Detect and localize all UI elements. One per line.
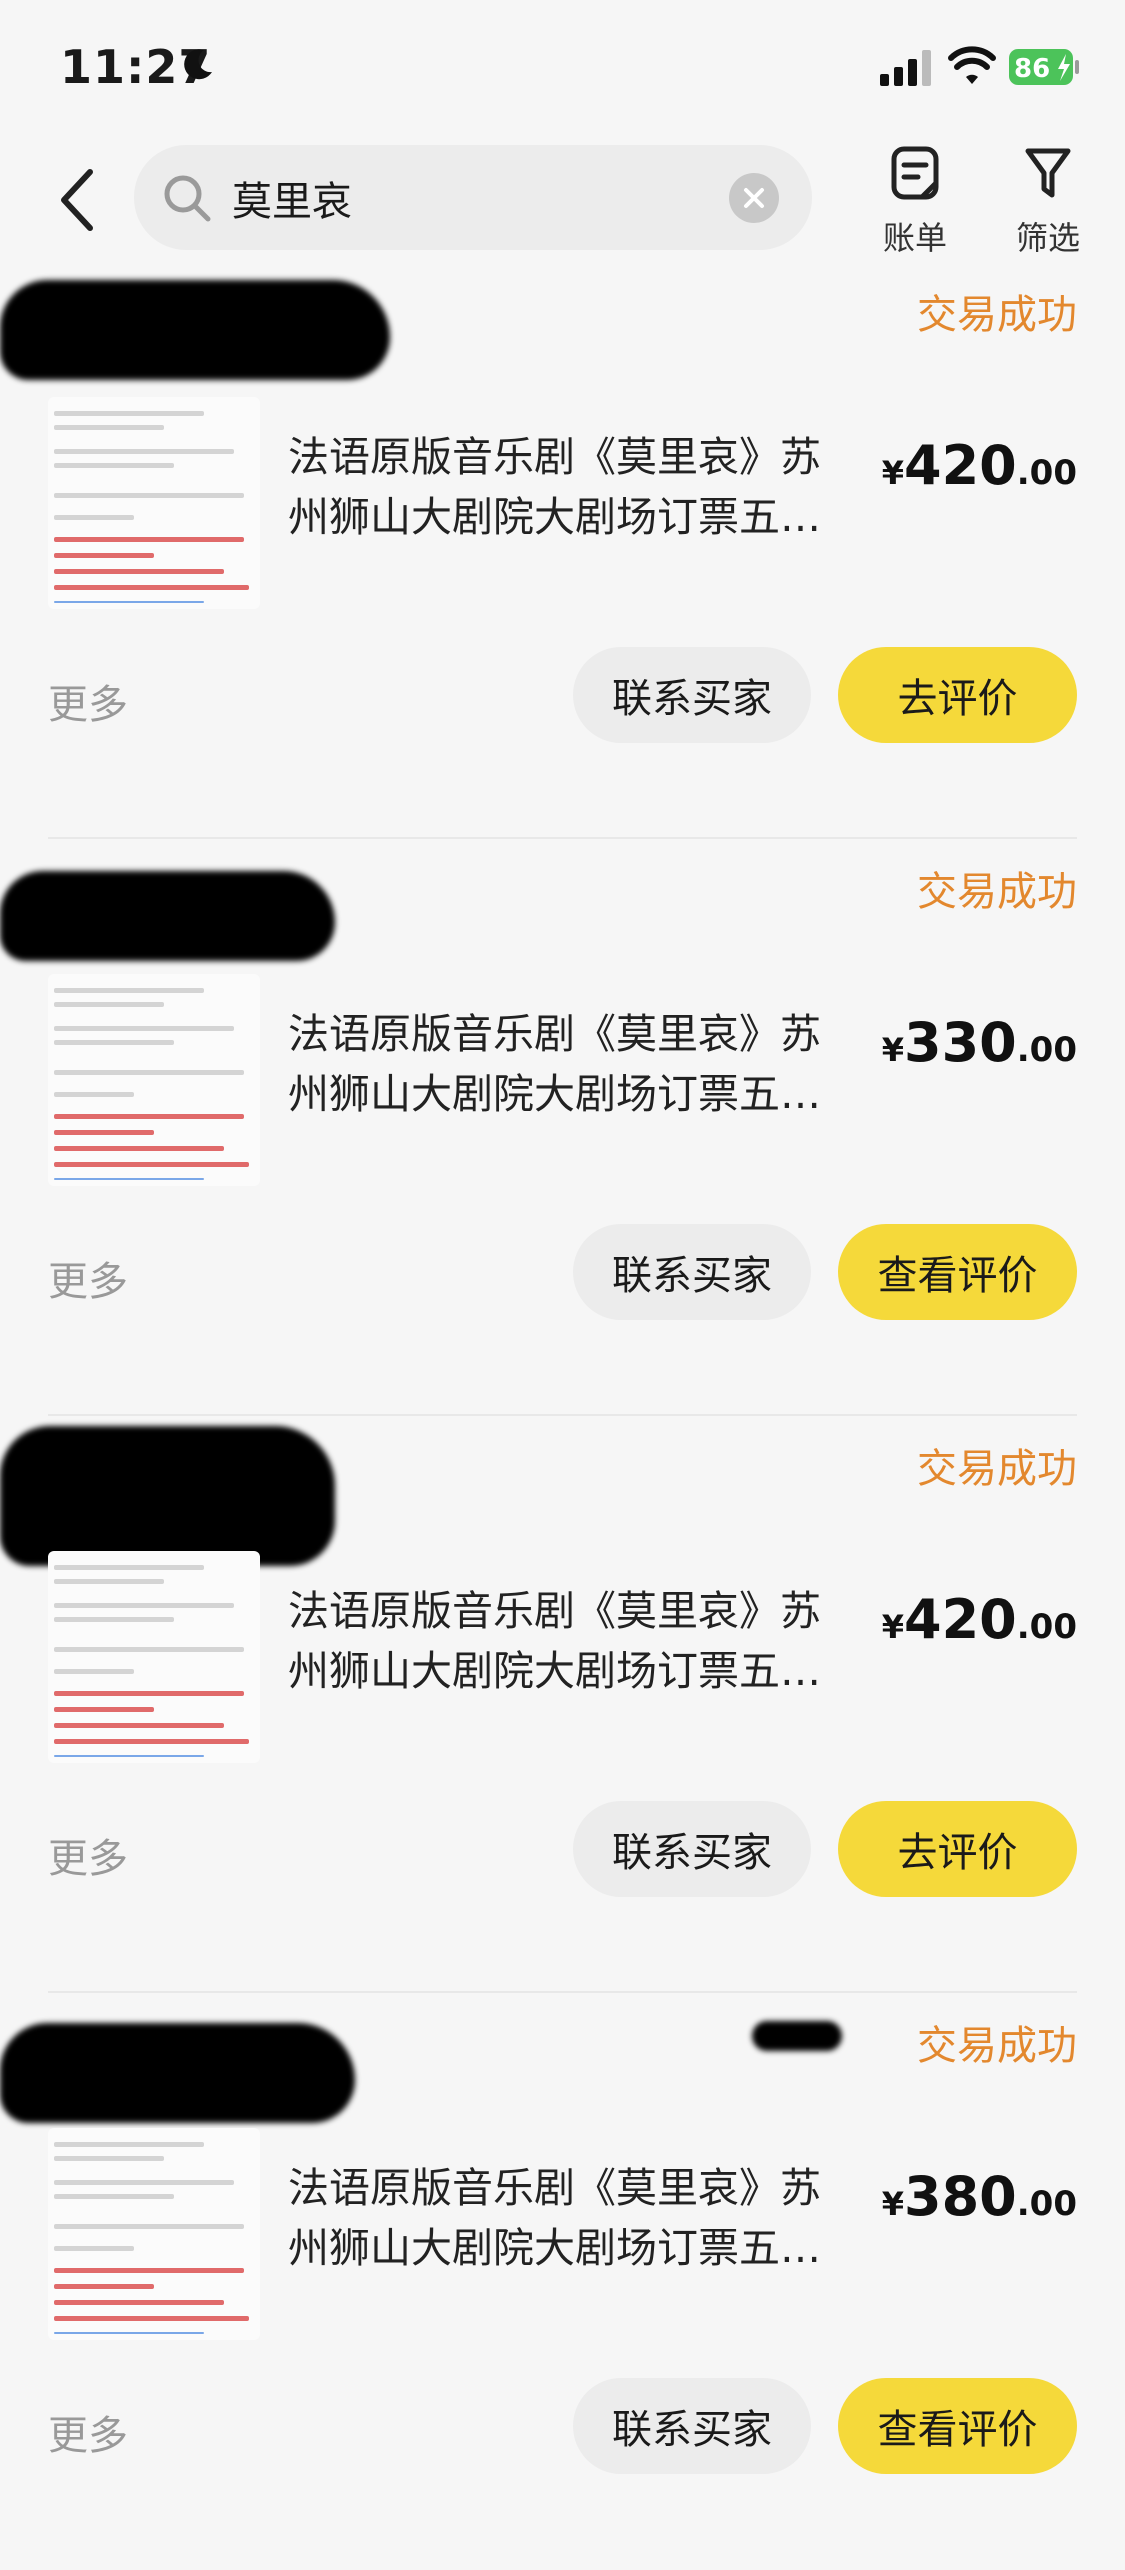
price: ¥420.00 <box>881 1588 1077 1651</box>
view-review-button[interactable]: 查看评价 <box>838 2378 1077 2474</box>
order-card[interactable]: 交易成功 法语原版音乐剧《莫里哀》苏州狮山大剧院大剧场订票五… ¥330.00 … <box>0 839 1125 1416</box>
wifi-icon <box>948 46 996 84</box>
product-thumbnail[interactable] <box>48 397 260 609</box>
more-button[interactable]: 更多 <box>48 1826 128 1884</box>
product-title[interactable]: 法语原版音乐剧《莫里哀》苏州狮山大剧院大剧场订票五… <box>288 1581 848 1701</box>
order-card[interactable]: 交易成功 法语原版音乐剧《莫里哀》苏州狮山大剧院大剧场订票五… ¥420.00 … <box>0 262 1125 839</box>
battery-icon: 86 <box>1009 49 1079 85</box>
battery-level: 86 <box>1014 54 1050 84</box>
more-button[interactable]: 更多 <box>48 2403 128 2461</box>
search-input[interactable] <box>230 167 714 229</box>
filter-label: 筛选 <box>1015 219 1080 257</box>
product-title[interactable]: 法语原版音乐剧《莫里哀》苏州狮山大剧院大剧场订票五… <box>288 2158 848 2278</box>
bill-label: 账单 <box>882 219 947 257</box>
order-status: 交易成功 <box>917 292 1077 338</box>
product-thumbnail[interactable] <box>48 974 260 1186</box>
search-icon <box>164 175 211 222</box>
product-title[interactable]: 法语原版音乐剧《莫里哀》苏州狮山大剧院大剧场订票五… <box>288 427 848 547</box>
contact-buyer-button[interactable]: 联系买家 <box>573 2378 811 2474</box>
signal-icon <box>880 50 931 86</box>
price: ¥420.00 <box>881 434 1077 497</box>
order-card[interactable]: 交易成功 法语原版音乐剧《莫里哀》苏州狮山大剧院大剧场订票五… ¥420.00 … <box>0 1416 1125 1993</box>
search-box[interactable] <box>134 145 812 250</box>
contact-buyer-button[interactable]: 联系买家 <box>573 647 811 743</box>
review-button[interactable]: 去评价 <box>838 647 1077 743</box>
order-card[interactable]: 交易成功 法语原版音乐剧《莫里哀》苏州狮山大剧院大剧场订票五… ¥380.00 … <box>0 1993 1125 2570</box>
buyer-name-redacted <box>0 2023 355 2123</box>
product-thumbnail[interactable] <box>48 1551 260 1763</box>
order-status: 交易成功 <box>917 1446 1077 1492</box>
price: ¥380.00 <box>881 2165 1077 2228</box>
review-button[interactable]: 去评价 <box>838 1801 1077 1897</box>
status-bar: 11:27 86 <box>0 0 1125 140</box>
bill-button[interactable]: 账单 <box>870 145 960 259</box>
moon-icon <box>184 49 212 80</box>
price: ¥330.00 <box>881 1011 1077 1074</box>
redaction-mark <box>752 2021 842 2051</box>
contact-buyer-button[interactable]: 联系买家 <box>573 1801 811 1897</box>
product-thumbnail[interactable] <box>48 2128 260 2340</box>
contact-buyer-button[interactable]: 联系买家 <box>573 1224 811 1320</box>
order-list: 交易成功 法语原版音乐剧《莫里哀》苏州狮山大剧院大剧场订票五… ¥420.00 … <box>0 262 1125 2570</box>
clear-icon[interactable] <box>729 173 779 223</box>
buyer-name-redacted <box>0 871 335 961</box>
order-status: 交易成功 <box>917 869 1077 915</box>
filter-button[interactable]: 筛选 <box>1003 145 1093 259</box>
back-button[interactable] <box>48 160 104 240</box>
chevron-left-icon <box>61 169 93 231</box>
buyer-name-redacted <box>0 280 390 380</box>
filter-icon <box>1025 148 1071 198</box>
product-title[interactable]: 法语原版音乐剧《莫里哀》苏州狮山大剧院大剧场订票五… <box>288 1004 848 1124</box>
bill-icon <box>891 146 939 200</box>
buyer-name-redacted <box>0 1426 335 1566</box>
more-button[interactable]: 更多 <box>48 1249 128 1307</box>
more-button[interactable]: 更多 <box>48 672 128 730</box>
view-review-button[interactable]: 查看评价 <box>838 1224 1077 1320</box>
order-status: 交易成功 <box>917 2023 1077 2069</box>
